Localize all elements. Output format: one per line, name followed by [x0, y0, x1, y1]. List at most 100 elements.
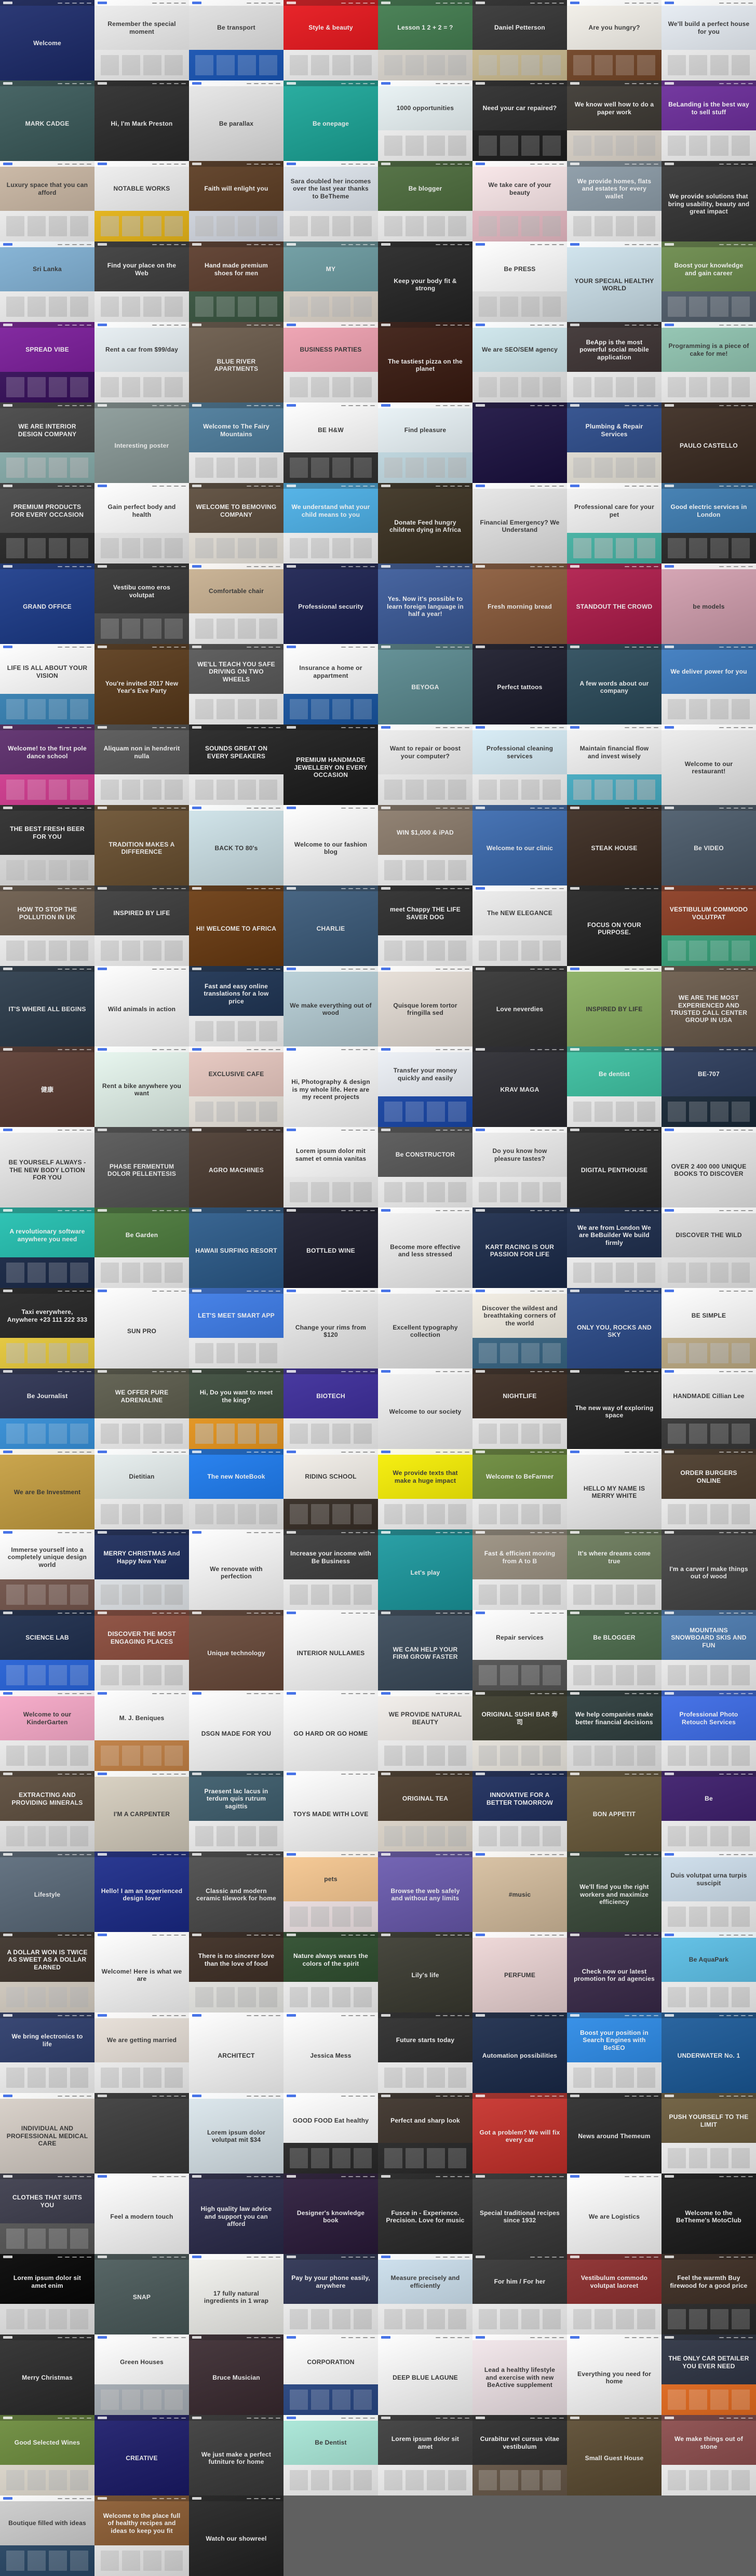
demo-thumbnail[interactable]: We'll find you the right workers and max… [567, 1852, 662, 1932]
demo-thumbnail[interactable]: Faith will enlight you [189, 161, 284, 242]
demo-thumbnail[interactable]: Need your car repaired? [473, 81, 567, 161]
demo-thumbnail[interactable]: Programming is a piece of cake for me! [662, 322, 756, 403]
demo-thumbnail[interactable]: A few words about our company [567, 644, 662, 725]
demo-thumbnail[interactable]: Designer's knowledge book [284, 2174, 378, 2254]
demo-thumbnail[interactable]: Luxury space that you can afford [0, 161, 95, 242]
demo-thumbnail[interactable]: INNOVATIVE FOR A BETTER TOMORROW [473, 1771, 567, 1852]
demo-thumbnail[interactable]: We provide solutions that bring usabilit… [662, 161, 756, 242]
demo-thumbnail[interactable]: GOOD FOOD Eat healthy [284, 2093, 378, 2174]
demo-thumbnail[interactable]: DIGITAL PENTHOUSE [567, 1127, 662, 1208]
demo-thumbnail[interactable]: 17 fully natural ingredients in 1 wrap [189, 2254, 284, 2334]
demo-thumbnail[interactable]: INDIVIDUAL AND PROFESSIONAL MEDICAL CARE [0, 2093, 95, 2174]
demo-thumbnail[interactable]: 1000 opportunities [378, 81, 473, 161]
demo-thumbnail[interactable]: Comfortable chair [189, 564, 284, 644]
demo-thumbnail[interactable]: Rent a car from $99/day [95, 322, 189, 403]
demo-thumbnail[interactable]: We provide homes, flats and estates for … [567, 161, 662, 242]
demo-thumbnail[interactable]: Let's play [378, 1530, 473, 1610]
demo-thumbnail[interactable]: SPREAD VIBE [0, 322, 95, 403]
demo-thumbnail[interactable]: meet Chappy THE LIFE SAVER DOG [378, 886, 473, 966]
demo-thumbnail[interactable]: Interesting poster [95, 403, 189, 483]
demo-thumbnail[interactable]: Be AquaPark [662, 1932, 756, 2013]
demo-thumbnail[interactable]: GO HARD OR GO HOME [284, 1691, 378, 1771]
demo-thumbnail[interactable]: We take care of your beauty [473, 161, 567, 242]
demo-thumbnail[interactable]: be models [662, 564, 756, 644]
demo-thumbnail[interactable]: BON APPETIT [567, 1771, 662, 1852]
demo-thumbnail[interactable]: Welcome to our KinderGarten [0, 1691, 95, 1771]
demo-thumbnail[interactable]: SNAP [95, 2254, 189, 2334]
demo-thumbnail[interactable]: A revolutionary software anywhere you ne… [0, 1208, 95, 1288]
demo-thumbnail[interactable]: STANDOUT THE CROWD [567, 564, 662, 644]
demo-thumbnail[interactable]: DSGN MADE FOR YOU [189, 1691, 284, 1771]
demo-thumbnail[interactable]: News around Themeum [567, 2093, 662, 2174]
demo-thumbnail[interactable]: Increase your income with Be Business [284, 1530, 378, 1610]
demo-thumbnail[interactable]: Be BLOGGER [567, 1610, 662, 1691]
demo-thumbnail[interactable]: Insurance a home or appartment [284, 644, 378, 725]
demo-thumbnail[interactable]: CHARLIE [284, 886, 378, 966]
demo-thumbnail[interactable]: Excellent typography collection [378, 1288, 473, 1369]
demo-thumbnail[interactable]: INTERIOR NULLAMES [284, 1610, 378, 1691]
demo-thumbnail[interactable]: Aliquam non in hendrerit nulla [95, 725, 189, 805]
demo-thumbnail[interactable]: KRAV MAGA [473, 1046, 567, 1127]
demo-thumbnail[interactable]: Lily's life [378, 1932, 473, 2013]
demo-thumbnail[interactable]: ONLY YOU, ROCKS AND SKY [567, 1288, 662, 1369]
demo-thumbnail[interactable]: Feel the warmth Buy firewood for a good … [662, 2254, 756, 2334]
demo-thumbnail[interactable]: Hi, I'm Mark Preston [95, 81, 189, 161]
demo-thumbnail[interactable]: M. J. Beniques [95, 1691, 189, 1771]
demo-thumbnail[interactable]: KART RACING IS OUR PASSION FOR LIFE [473, 1208, 567, 1288]
demo-thumbnail[interactable]: Be onepage [284, 81, 378, 161]
demo-thumbnail[interactable]: Dietitian [95, 1449, 189, 1530]
demo-thumbnail[interactable]: Good electric services in London [662, 483, 756, 564]
demo-thumbnail[interactable]: Welcome to the BeTheme's MotoClub [662, 2174, 756, 2254]
demo-thumbnail[interactable]: Daniel Petterson [473, 0, 567, 81]
demo-thumbnail[interactable]: Hello! I am an experienced design lover [95, 1852, 189, 1932]
demo-thumbnail[interactable]: Welcome! Here is what we are [95, 1932, 189, 2013]
demo-thumbnail[interactable]: TOYS MADE WITH LOVE [284, 1771, 378, 1852]
demo-thumbnail[interactable]: BE SIMPLE [662, 1288, 756, 1369]
demo-thumbnail[interactable]: WIN $1,000 & iPAD [378, 805, 473, 886]
demo-thumbnail[interactable]: Measure precisely and efficiently [378, 2254, 473, 2334]
demo-thumbnail[interactable] [473, 403, 567, 483]
demo-thumbnail[interactable]: FOCUS ON YOUR PURPOSE. [567, 886, 662, 966]
demo-thumbnail[interactable]: Professional Photo Retouch Services [662, 1691, 756, 1771]
demo-thumbnail[interactable]: EXTRACTING AND PROVIDING MINERALS [0, 1771, 95, 1852]
demo-thumbnail[interactable]: NIGHTLIFE [473, 1369, 567, 1449]
demo-thumbnail[interactable]: BLUE RIVER APARTMENTS [189, 322, 284, 403]
demo-thumbnail[interactable]: Be VIDEO [662, 805, 756, 886]
demo-thumbnail[interactable]: UNDERWATER No. 1 [662, 2013, 756, 2093]
demo-thumbnail[interactable]: Welcome to the place full of healthy rec… [95, 2496, 189, 2576]
demo-thumbnail[interactable]: Want to repair or boost your computer? [378, 725, 473, 805]
demo-thumbnail[interactable]: Welcome to our clinic [473, 805, 567, 886]
demo-thumbnail[interactable]: I'm a carver I make things out of wood [662, 1530, 756, 1610]
demo-thumbnail[interactable]: Jessica Mess [284, 2013, 378, 2093]
demo-thumbnail[interactable]: Check now our latest promotion for ad ag… [567, 1932, 662, 2013]
demo-thumbnail[interactable]: Everything you need for home [567, 2334, 662, 2415]
demo-thumbnail[interactable]: BeApp is the most powerful social mobile… [567, 322, 662, 403]
demo-thumbnail[interactable]: ORIGINAL SUSHI BAR 寿司 [473, 1691, 567, 1771]
demo-thumbnail[interactable]: We just make a perfect futniture for hom… [189, 2415, 284, 2496]
demo-thumbnail[interactable]: WE CAN HELP YOUR FIRM GROW FASTER [378, 1610, 473, 1691]
demo-thumbnail[interactable]: SCIENCE LAB [0, 1610, 95, 1691]
demo-thumbnail[interactable]: STEAK HOUSE [567, 805, 662, 886]
demo-thumbnail[interactable]: PAULO CASTELLO [662, 403, 756, 483]
demo-thumbnail[interactable]: Unique technology [189, 1610, 284, 1691]
demo-thumbnail[interactable]: Sri Lanka [0, 242, 95, 322]
demo-thumbnail[interactable]: Boost your position in Search Engines wi… [567, 2013, 662, 2093]
demo-thumbnail[interactable]: I'M A CARPENTER [95, 1771, 189, 1852]
demo-thumbnail[interactable]: Special traditional recipes since 1932 [473, 2174, 567, 2254]
demo-thumbnail[interactable]: Welcome! to the first pole dance school [0, 725, 95, 805]
demo-thumbnail[interactable]: VESTIBULUM COMMODO VOLUTPAT [662, 886, 756, 966]
demo-thumbnail[interactable]: MY [284, 242, 378, 322]
demo-thumbnail[interactable]: We bring electronics to life [0, 2013, 95, 2093]
demo-thumbnail[interactable]: It's where dreams come true [567, 1530, 662, 1610]
demo-thumbnail[interactable]: LET'S MEET SMART APP [189, 1288, 284, 1369]
demo-thumbnail[interactable]: Style & beauty [284, 0, 378, 81]
demo-thumbnail[interactable]: BEYOGA [378, 644, 473, 725]
demo-thumbnail[interactable]: Be dentist [567, 1046, 662, 1127]
demo-thumbnail[interactable]: Small Guest House [567, 2415, 662, 2496]
demo-thumbnail[interactable]: Vestibu como eros volutpat [95, 564, 189, 644]
demo-thumbnail[interactable]: Feel a modern touch [95, 2174, 189, 2254]
demo-thumbnail[interactable]: A DOLLAR WON IS TWICE AS SWEET AS A DOLL… [0, 1932, 95, 2013]
demo-thumbnail[interactable]: For him / For her [473, 2254, 567, 2334]
demo-thumbnail[interactable]: The new NoteBook [189, 1449, 284, 1530]
demo-thumbnail[interactable]: WE ARE THE MOST EXPERIENCED AND TRUSTED … [662, 966, 756, 1046]
